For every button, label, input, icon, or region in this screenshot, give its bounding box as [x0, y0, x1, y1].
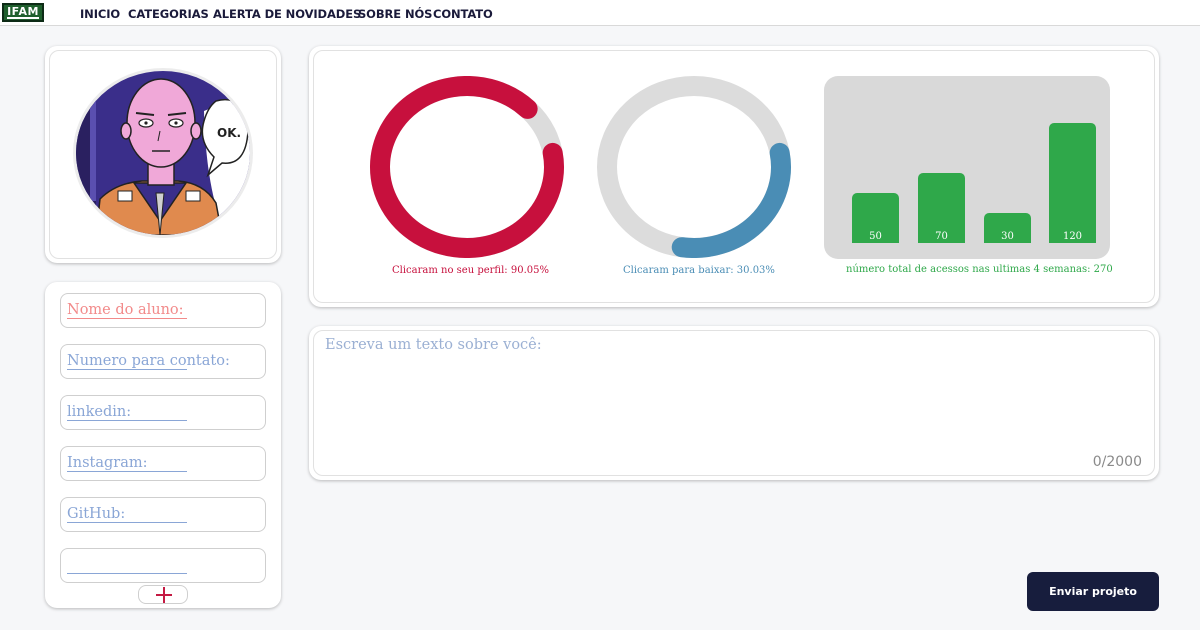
nav-link-categorias[interactable]: CATEGORIAS: [128, 7, 209, 21]
chart-bar-1: 50: [852, 193, 899, 243]
nav-link-contato[interactable]: CONTATO: [433, 7, 493, 21]
navbar: IFAM INICIO CATEGORIAS ALERTA DE NOVIDAD…: [0, 0, 1200, 26]
about-textarea[interactable]: Escreva um texto sobre você: 0/2000: [313, 330, 1155, 476]
nav-link-alerta-de-novidades[interactable]: ALERTA DE NOVIDADES: [213, 7, 361, 21]
chart-bar-2: 70: [918, 173, 965, 243]
linkedin-underline: [67, 420, 187, 421]
chart-bar-value-1: 50: [869, 231, 882, 242]
contact-form-card: Nome do aluno: Numero para contato: link…: [45, 282, 281, 608]
extra-link-field[interactable]: [60, 548, 266, 583]
chart-bar-value-2: 70: [935, 231, 948, 242]
chart-bar-4: 120: [1049, 123, 1096, 243]
profile-clicks-ring: [370, 76, 564, 258]
profile-picture-card: OK.: [45, 46, 281, 263]
character-counter: 0/2000: [1092, 454, 1142, 470]
github-field[interactable]: GitHub:: [60, 497, 266, 532]
phone-label: Numero para contato:: [67, 353, 230, 369]
instagram-field[interactable]: Instagram:: [60, 446, 266, 481]
profile-clicks-label: Clicaram no seu perfil: 90.05%: [392, 265, 549, 276]
stats-card: Clicaram no seu perfil: 90.05% Clicaram …: [309, 46, 1159, 307]
downloads-label: Clicaram para baixar: 30.03%: [623, 265, 775, 276]
chart-bar-value-4: 120: [1062, 231, 1083, 242]
add-field-button[interactable]: [138, 585, 188, 604]
about-text-card[interactable]: Escreva um texto sobre você: 0/2000: [309, 326, 1159, 480]
linkedin-label: linkedin:: [67, 404, 132, 420]
student-name-label: Nome do aluno:: [67, 302, 184, 318]
github-label: GitHub:: [67, 506, 126, 522]
chart-bar-value-3: 30: [1001, 231, 1014, 242]
phone-underline: [67, 369, 187, 370]
speech-bubble-text: OK.: [217, 126, 241, 140]
weekly-access-chart-title: número total de acessos nas ultimas 4 se…: [846, 264, 1113, 275]
weekly-access-chart: 50 70 30 120: [824, 76, 1110, 259]
nav-link-sobre-nos[interactable]: SOBRE NÓS: [358, 7, 432, 21]
instagram-label: Instagram:: [67, 455, 148, 471]
avatar-illustration: OK.: [76, 71, 250, 235]
student-name-underline: [67, 318, 187, 319]
profile-clicks-ring-arc: [370, 76, 564, 258]
phone-field[interactable]: Numero para contato:: [60, 344, 266, 379]
linkedin-field[interactable]: linkedin:: [60, 395, 266, 430]
logo-underline: [7, 17, 39, 19]
student-name-field[interactable]: Nome do aluno:: [60, 293, 266, 328]
downloads-ring-arc: [671, 142, 791, 258]
ifam-logo[interactable]: IFAM: [2, 3, 44, 22]
avatar[interactable]: OK.: [76, 71, 250, 235]
extra-link-underline: [67, 573, 187, 574]
submit-project-button[interactable]: Enviar projeto: [1027, 572, 1159, 611]
chart-bar-3: 30: [984, 213, 1031, 243]
instagram-underline: [67, 471, 187, 472]
nav-link-inicio[interactable]: INICIO: [80, 7, 120, 21]
downloads-ring: [597, 76, 791, 258]
about-placeholder: Escreva um texto sobre você:: [325, 337, 542, 353]
github-underline: [67, 522, 187, 523]
